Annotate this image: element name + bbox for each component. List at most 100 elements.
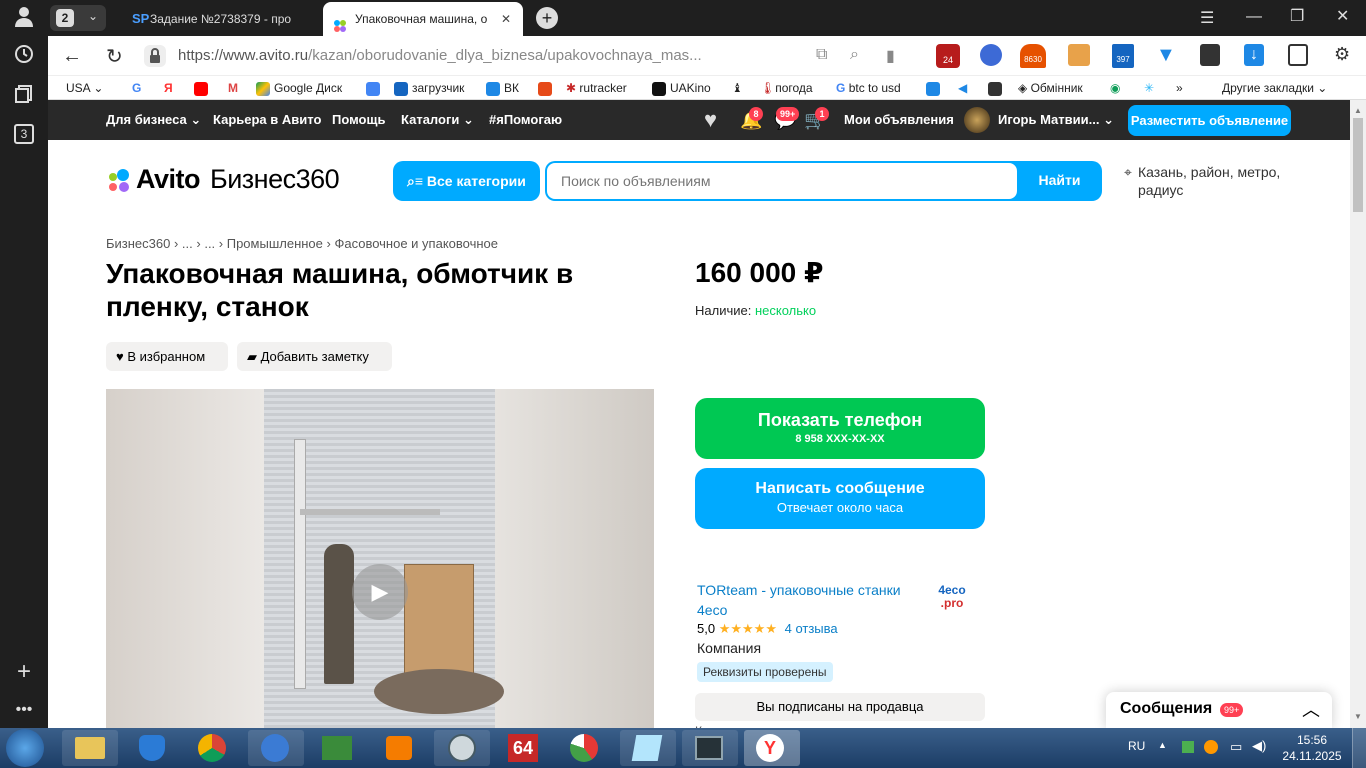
breadcrumb-item[interactable]: ... [204, 236, 215, 251]
scroll-up-icon[interactable]: ▲ [1354, 106, 1362, 115]
volume-icon[interactable]: ◀) [1252, 738, 1266, 754]
bookmark-usa[interactable]: USA ⌄ [66, 76, 103, 100]
history-icon[interactable] [12, 44, 36, 68]
bookmark-star[interactable]: ✳ [1144, 76, 1154, 100]
bookmark-weather[interactable]: 🌡погода [760, 76, 813, 100]
media-app-icon[interactable] [372, 730, 428, 766]
all-categories-button[interactable]: ⌕≡ Все категории [393, 161, 540, 201]
ext-copy-icon[interactable] [1288, 44, 1308, 66]
reader-icon[interactable]: ⧉ [816, 46, 827, 64]
bookmark-google[interactable]: G [132, 76, 141, 100]
tray-color-icon[interactable] [1204, 740, 1218, 754]
nav-my-ads[interactable]: Мои объявления [844, 100, 954, 140]
other-bookmarks[interactable]: Другие закладки ⌄ [1222, 76, 1327, 100]
green-app-icon[interactable] [310, 730, 366, 766]
notes-app-icon[interactable] [620, 730, 676, 766]
seller-logo[interactable]: 4eco .pro [932, 584, 972, 620]
start-button-icon[interactable] [6, 729, 44, 767]
new-tab-icon[interactable]: + [536, 7, 558, 29]
bookmark-rutracker[interactable]: ✱ rutracker [566, 76, 627, 100]
bookmark-gdrive[interactable]: Google Диск [256, 76, 342, 100]
gallery-main-image[interactable]: ▶ [106, 389, 654, 728]
yandex-browser-app-icon[interactable]: Y [744, 730, 800, 766]
bookmark-translate[interactable] [366, 76, 384, 100]
bookmark-bc[interactable] [988, 76, 1006, 100]
globe-app-icon[interactable] [248, 730, 304, 766]
url-field[interactable]: https://www.avito.ru/kazan/oborudovanie_… [178, 47, 702, 64]
show-phone-button[interactable]: Показать телефон 8 958 XXX-XX-XX [695, 398, 985, 459]
tab-group-button[interactable]: 2 ⌄ [50, 5, 106, 31]
more-icon[interactable]: ••• [12, 698, 36, 722]
bookmark-btc[interactable]: G btc to usd [836, 76, 901, 100]
seller-name[interactable]: TORteam - упаковочные станки 4eco [697, 580, 917, 620]
explorer-app-icon[interactable] [62, 730, 118, 766]
tray-expand-icon[interactable]: ▲ [1158, 740, 1167, 750]
bookmark-uakino[interactable]: UAKino [652, 76, 711, 100]
chart-app-icon[interactable] [558, 730, 614, 766]
tabs-counter-badge[interactable]: 3 [14, 124, 34, 144]
messages-widget[interactable]: Сообщения 99+ ︿ [1106, 692, 1332, 728]
favorites-heart-icon[interactable]: ♥ [704, 100, 717, 140]
write-message-button[interactable]: Написать сообщение Отвечает около часа [695, 468, 985, 529]
nav-catalogs[interactable]: Каталоги ⌄ [401, 100, 474, 140]
more-bookmarks[interactable]: » [1176, 76, 1183, 100]
breadcrumb-item[interactable]: Бизнес360 [106, 236, 170, 251]
show-desktop-button[interactable] [1352, 728, 1366, 768]
minimize-icon[interactable]: — [1246, 8, 1262, 26]
bookmark-p[interactable] [926, 76, 944, 100]
page-scrollbar[interactable]: ▲ ▼ [1350, 100, 1366, 728]
bookmark-maps[interactable]: ◉ [1110, 76, 1120, 100]
tray-green-icon[interactable] [1182, 741, 1194, 753]
reload-icon[interactable]: ↻ [106, 44, 123, 69]
play-icon[interactable]: ▶ [352, 564, 408, 620]
app-64-icon[interactable]: 64 [496, 730, 552, 766]
bookmark-gmail[interactable]: M [228, 76, 238, 100]
nav-ihelp[interactable]: #яПомогаю [489, 100, 562, 140]
language-indicator[interactable]: RU [1128, 739, 1145, 753]
nav-career[interactable]: Карьера в Авито [213, 100, 321, 140]
search-button[interactable]: Найти [1017, 161, 1102, 201]
bookmark-f[interactable] [538, 76, 556, 100]
reviews-link[interactable]: 4 отзыва [785, 621, 838, 636]
lock-icon[interactable] [144, 45, 166, 67]
ext-box-icon[interactable] [1068, 44, 1090, 66]
tab-avito[interactable]: Упаковочная машина, о ✕ [323, 2, 523, 36]
bookmark-arrow[interactable]: ◀ [958, 76, 967, 100]
breadcrumb-item[interactable]: Фасовочное и упаковочное [334, 236, 498, 251]
chevron-up-icon[interactable]: ︿ [1302, 696, 1320, 722]
close-tab-icon[interactable]: ✕ [501, 2, 511, 36]
avatar[interactable] [964, 107, 990, 133]
ext-397-icon[interactable]: 397 [1112, 44, 1134, 68]
nav-business[interactable]: Для бизнеса ⌄ [106, 100, 201, 140]
bookmark-vk[interactable]: ВК [486, 76, 519, 100]
add-icon[interactable]: + [12, 660, 36, 684]
search-input[interactable] [547, 163, 1017, 199]
tab-task[interactable]: SP Задание №2738379 - про [118, 2, 318, 36]
post-ad-button[interactable]: Разместить объявление [1128, 105, 1291, 136]
ext-globe-icon[interactable] [980, 44, 1002, 66]
restore-icon[interactable]: ❐ [1290, 6, 1304, 26]
bookmark-loader[interactable]: загрузчик [394, 76, 464, 100]
network-icon[interactable]: ▭ [1230, 739, 1242, 755]
favorite-button[interactable]: ♥ В избранном [106, 342, 228, 371]
breadcrumb-item[interactable]: Промышленное [227, 236, 323, 251]
bookmark-chess[interactable]: ♝ [732, 76, 743, 100]
nav-help[interactable]: Помощь [332, 100, 385, 140]
chrome-app-icon[interactable] [186, 730, 242, 766]
subscribed-button[interactable]: Вы подписаны на продавца [695, 693, 985, 721]
search-page-icon[interactable]: ⌕ [850, 46, 859, 64]
collections-icon[interactable] [12, 84, 36, 108]
bookmark-exchange[interactable]: ◈ Обмінник [1018, 76, 1083, 100]
extensions-icon[interactable]: ⚙ [1334, 44, 1350, 65]
download-icon[interactable]: ↓ [1244, 44, 1264, 66]
ext-24-icon[interactable]: 24 [936, 44, 960, 68]
nav-user[interactable]: Игорь Матвии... ⌄ [998, 100, 1114, 140]
ext-dark-icon[interactable] [1200, 44, 1220, 66]
terminal-app-icon[interactable] [682, 730, 738, 766]
ext-v-icon[interactable]: ▼ [1156, 44, 1176, 67]
scroll-thumb[interactable] [1353, 118, 1363, 212]
location-selector[interactable]: ⌖ Казань, район, метро, радиус [1124, 163, 1314, 199]
shield-app-icon[interactable] [124, 730, 180, 766]
bookmark-youtube[interactable] [194, 76, 212, 100]
bookmark-icon[interactable]: ▮ [886, 46, 895, 66]
